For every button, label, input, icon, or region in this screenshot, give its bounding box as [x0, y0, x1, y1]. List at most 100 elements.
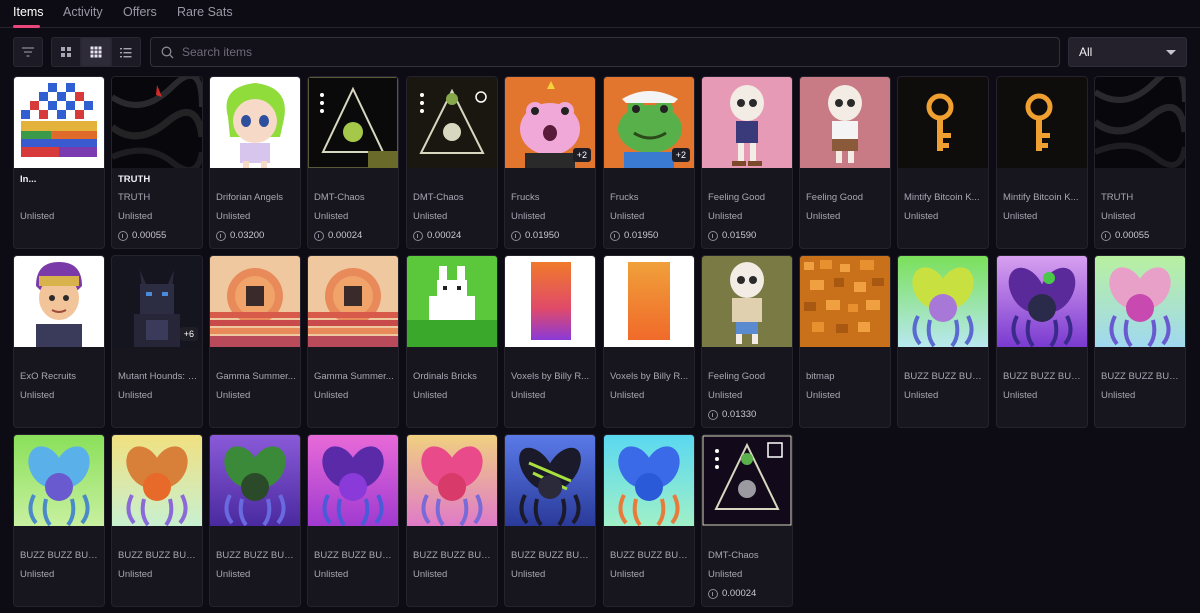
item-image	[112, 77, 202, 168]
item-image	[407, 256, 497, 347]
item-status: Unlisted	[118, 390, 153, 401]
item-image	[898, 256, 988, 347]
item-card[interactable]: +2 Frucks Unlisted 0.01950	[603, 76, 695, 249]
item-image	[112, 435, 202, 526]
item-image: +2	[604, 77, 694, 168]
item-collection: Feeling Good	[708, 371, 766, 382]
bitcoin-icon	[708, 409, 718, 420]
item-card[interactable]: +6 Mutant Hounds: I... Unlisted	[111, 255, 203, 428]
item-card[interactable]: BUZZ BUZZ BUZ... Unlisted	[13, 434, 105, 607]
item-card[interactable]: TRUTH TRUTH Unlisted 0.00055	[111, 76, 203, 249]
item-card[interactable]: BUZZ BUZZ BUZ... Unlisted	[897, 255, 989, 428]
bitcoin-icon	[118, 230, 128, 241]
item-status: Unlisted	[20, 390, 55, 401]
item-card[interactable]: BUZZ BUZZ BUZ... Unlisted	[111, 434, 203, 607]
item-status: Unlisted	[610, 569, 645, 580]
item-card[interactable]: TRUTH Unlisted 0.00055	[1094, 76, 1186, 249]
search-box[interactable]	[150, 37, 1060, 67]
item-collection: BUZZ BUZZ BUZ...	[314, 550, 394, 561]
item-price: 0.00055	[118, 230, 166, 241]
filter-button[interactable]	[13, 37, 43, 67]
item-image: +2	[505, 77, 595, 168]
item-card[interactable]: Voxels by Billy R... Unlisted	[504, 255, 596, 428]
view-large-grid-button[interactable]	[51, 37, 81, 67]
item-card[interactable]: Feeling Good Unlisted 0.01330	[701, 255, 793, 428]
item-card[interactable]: BUZZ BUZZ BUZ... Unlisted	[603, 434, 695, 607]
item-card[interactable]: DMT-Chaos Unlisted 0.00024	[307, 76, 399, 249]
item-card[interactable]: Mintify Bitcoin K... Unlisted	[996, 76, 1088, 249]
item-card[interactable]: ExO Recruits Unlisted	[13, 255, 105, 428]
extra-count-badge: +2	[572, 148, 591, 162]
view-small-grid-button[interactable]	[81, 37, 111, 67]
item-collection: Frucks	[511, 192, 540, 203]
item-collection: BUZZ BUZZ BUZ...	[20, 550, 100, 561]
item-collection: Feeling Good	[708, 192, 766, 203]
item-status: Unlisted	[904, 211, 939, 222]
item-image	[14, 435, 104, 526]
item-card[interactable]: In... Unlisted	[13, 76, 105, 249]
item-image	[702, 77, 792, 168]
item-card[interactable]: Voxels by Billy R... Unlisted	[603, 255, 695, 428]
item-image	[210, 77, 300, 168]
chevron-down-icon	[1166, 50, 1176, 55]
item-card[interactable]: BUZZ BUZZ BUZ... Unlisted	[209, 434, 301, 607]
bitcoin-icon	[708, 230, 718, 241]
item-image	[702, 435, 792, 526]
item-card[interactable]: Ordinals Bricks Unlisted	[406, 255, 498, 428]
item-image	[800, 256, 890, 347]
tab-activity[interactable]: Activity	[63, 5, 103, 19]
bitcoin-icon	[413, 230, 423, 241]
item-status: Unlisted	[1101, 390, 1136, 401]
item-card[interactable]: Mintify Bitcoin K... Unlisted	[897, 76, 989, 249]
item-card[interactable]: DMT-Chaos Unlisted 0.00024	[406, 76, 498, 249]
item-status: Unlisted	[708, 211, 743, 222]
item-card[interactable]: Gamma Summer... Unlisted	[307, 255, 399, 428]
item-collection: TRUTH	[118, 192, 151, 203]
item-price: 0.00024	[413, 230, 461, 241]
item-status: Unlisted	[1003, 390, 1038, 401]
item-collection: Voxels by Billy R...	[511, 371, 590, 382]
status-select[interactable]: All	[1068, 37, 1187, 67]
tab-items[interactable]: Items	[13, 5, 44, 19]
item-collection: Gamma Summer...	[314, 371, 394, 382]
item-card[interactable]: BUZZ BUZZ BUZ... Unlisted	[307, 434, 399, 607]
bitcoin-icon	[610, 230, 620, 241]
item-image	[505, 256, 595, 347]
item-status: Unlisted	[413, 569, 448, 580]
bitcoin-icon	[511, 230, 521, 241]
item-collection: BUZZ BUZZ BUZ...	[1003, 371, 1083, 382]
item-image	[308, 256, 398, 347]
item-card[interactable]: DMT-Chaos Unlisted 0.00024	[701, 434, 793, 607]
item-card[interactable]: Feeling Good Unlisted	[799, 76, 891, 249]
item-card[interactable]: Gamma Summer... Unlisted	[209, 255, 301, 428]
item-image	[997, 256, 1087, 347]
item-collection: Voxels by Billy R...	[610, 371, 689, 382]
tab-rare-sats[interactable]: Rare Sats	[177, 5, 233, 19]
item-name: TRUTH	[118, 174, 151, 185]
item-image	[308, 77, 398, 168]
item-status: Unlisted	[511, 390, 546, 401]
item-card[interactable]: Driforian Angels Unlisted 0.03200	[209, 76, 301, 249]
tab-offers[interactable]: Offers	[123, 5, 157, 19]
view-list-button[interactable]	[111, 37, 141, 67]
item-status: Unlisted	[610, 390, 645, 401]
item-card[interactable]: Feeling Good Unlisted 0.01590	[701, 76, 793, 249]
extra-count-badge: +2	[671, 148, 690, 162]
item-card[interactable]: bitmap Unlisted	[799, 255, 891, 428]
item-card[interactable]: BUZZ BUZZ BUZ... Unlisted	[504, 434, 596, 607]
item-price: 0.01950	[511, 230, 559, 241]
item-card[interactable]: BUZZ BUZZ BUZ... Unlisted	[996, 255, 1088, 428]
item-status: Unlisted	[20, 211, 55, 222]
item-status: Unlisted	[216, 390, 251, 401]
item-collection: BUZZ BUZZ BUZ...	[413, 550, 493, 561]
item-card[interactable]: BUZZ BUZZ BUZ... Unlisted	[1094, 255, 1186, 428]
search-input[interactable]	[182, 45, 1042, 59]
item-status: Unlisted	[118, 569, 153, 580]
item-card[interactable]: +2 Frucks Unlisted 0.01950	[504, 76, 596, 249]
item-collection: DMT-Chaos	[708, 550, 759, 561]
item-status: Unlisted	[413, 211, 448, 222]
item-card[interactable]: BUZZ BUZZ BUZ... Unlisted	[406, 434, 498, 607]
active-tab-indicator	[13, 25, 40, 28]
item-collection: BUZZ BUZZ BUZ...	[118, 550, 198, 561]
item-status: Unlisted	[413, 390, 448, 401]
